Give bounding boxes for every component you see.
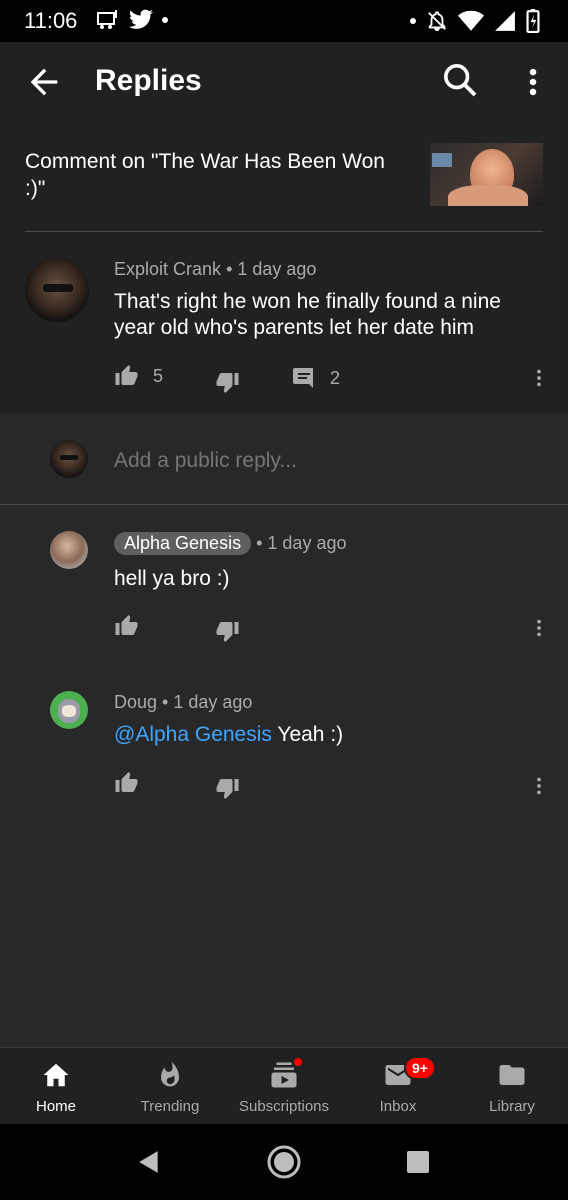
app-bar: Replies <box>0 42 568 118</box>
reply-input[interactable] <box>114 449 514 473</box>
library-folder-icon <box>499 1065 525 1085</box>
bottom-navigation: Home Trending Subscriptions Inbox 9+ Lib… <box>0 1047 568 1124</box>
nav-trending[interactable]: Trending <box>114 1048 226 1125</box>
nav-label: Inbox <box>379 1098 417 1115</box>
more-vert-icon[interactable] <box>516 62 550 102</box>
thumbs-up-icon <box>115 365 138 385</box>
flame-icon <box>161 1062 179 1087</box>
comment-icon <box>293 368 313 388</box>
comment-time: 1 day ago <box>237 259 317 279</box>
avatar[interactable] <box>25 258 89 322</box>
nav-inbox[interactable]: Inbox <box>342 1048 454 1125</box>
nav-label: Home <box>35 1098 76 1115</box>
current-user-avatar <box>50 440 88 478</box>
more-notifications-dot-icon <box>162 17 168 23</box>
nav-label: Subscriptions <box>238 1098 330 1115</box>
thumbs-up-icon[interactable] <box>114 614 139 638</box>
video-thumbnail[interactable] <box>430 143 543 206</box>
back-arrow-icon[interactable] <box>24 62 64 102</box>
reply-author[interactable]: Doug <box>114 692 157 712</box>
comment-text: That's right he won he finally found a n… <box>114 290 501 339</box>
system-home-icon[interactable] <box>266 1144 302 1180</box>
comment-video-title[interactable]: Comment on "The War Has Been Won :)" <box>25 148 385 202</box>
reply-text: @Alpha Genesis Yeah :) <box>114 722 343 748</box>
home-icon <box>43 1063 69 1087</box>
reply-more-icon[interactable] <box>528 774 550 798</box>
comment-author[interactable]: Exploit Crank <box>114 259 221 279</box>
reply-author-chip[interactable]: Alpha Genesis <box>114 532 252 555</box>
system-back-icon[interactable] <box>136 1148 162 1176</box>
nav-home[interactable]: Home <box>0 1048 112 1125</box>
reply-time: 1 day ago <box>267 533 347 553</box>
status-time: 11:06 <box>24 8 78 33</box>
notifications-off-icon <box>428 11 446 32</box>
system-navigation-bar <box>0 1124 568 1200</box>
comment-meta: Exploit Crank • 1 day ago <box>114 259 317 279</box>
nav-label: Library <box>489 1098 535 1115</box>
main-comment-section: Comment on "The War Has Been Won :)" Exp… <box>0 118 568 414</box>
add-reply-bar <box>0 414 568 506</box>
signal-icon <box>495 11 515 31</box>
thumbs-down-icon <box>216 373 239 393</box>
reply-meta: Alpha Genesis • 1 day ago <box>114 532 346 555</box>
like-count: 5 <box>153 365 164 386</box>
nav-subscriptions[interactable]: Subscriptions <box>228 1048 340 1125</box>
battery-icon <box>526 9 540 33</box>
mention-link[interactable]: @Alpha Genesis <box>114 723 272 746</box>
nav-library[interactable]: Library <box>456 1048 568 1125</box>
dislike-button[interactable] <box>215 370 240 394</box>
divider <box>25 231 543 232</box>
thumbs-down-icon[interactable] <box>215 619 240 643</box>
reply-more-icon[interactable] <box>528 616 550 640</box>
reply-count-button[interactable]: 2 <box>292 366 340 390</box>
nav-label: Trending <box>140 1098 200 1115</box>
divider <box>0 504 568 505</box>
thumbs-down-icon[interactable] <box>215 776 240 800</box>
new-content-dot <box>292 1056 304 1068</box>
reply-text: hell ya bro :) <box>114 567 230 590</box>
notification-app-icon <box>97 10 117 29</box>
inbox-badge: 9+ <box>404 1056 436 1080</box>
like-button[interactable]: 5 <box>114 364 163 388</box>
page-title: Replies <box>95 64 202 97</box>
notification-dot-icon <box>410 18 416 24</box>
status-bar: 11:06 <box>0 0 568 42</box>
twitter-icon <box>129 9 153 29</box>
reply-text-body: Yeah :) <box>271 723 344 746</box>
comment-more-icon[interactable] <box>528 366 550 390</box>
search-icon[interactable] <box>440 60 480 100</box>
reply-count: 2 <box>330 367 341 388</box>
thumbs-up-icon[interactable] <box>114 771 139 795</box>
wifi-icon <box>458 10 484 31</box>
reply-meta: Doug • 1 day ago <box>114 692 253 712</box>
system-recents-icon[interactable] <box>406 1150 430 1174</box>
reply-time: 1 day ago <box>173 692 253 712</box>
avatar[interactable] <box>50 531 88 569</box>
avatar[interactable] <box>50 691 88 729</box>
